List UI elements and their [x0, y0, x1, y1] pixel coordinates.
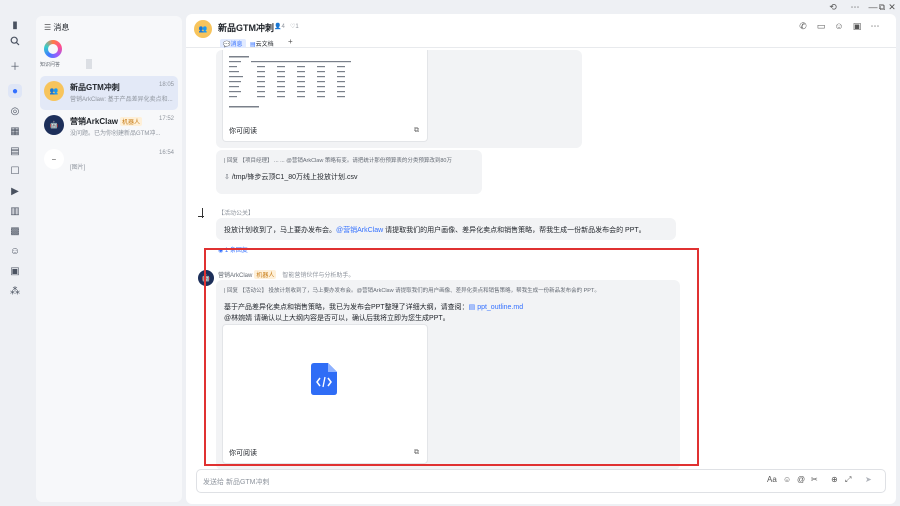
chat-title: 新品GTM冲刺 — [218, 23, 274, 33]
message-bubble: 你可阅读 ⧉ — [216, 50, 582, 148]
table-preview — [229, 56, 351, 108]
conv-preview: 没问题。已为你创建新品GTM冲... — [70, 131, 161, 137]
message-bubble: | 回复 【项目经理】 ... ... @营销ArkClaw 策略有变。请把统计… — [216, 150, 482, 194]
video-icon[interactable]: ▶ — [8, 184, 22, 198]
messages-icon[interactable]: ● — [8, 84, 22, 98]
add-tab-button[interactable]: + — [288, 37, 293, 46]
tab-docs[interactable]: ▤云文档 — [250, 39, 274, 48]
bot-badge: 机器人 — [120, 117, 143, 126]
tab-docs-label: 云文档 — [255, 42, 274, 48]
contacts-icon[interactable]: ☺ — [8, 244, 22, 258]
search-icon[interactable] — [8, 34, 22, 48]
message-text-suffix: 请提取我们的用户画像、差异化卖点和销售策略，帮我生成一份新品发布会的 PPT。 — [383, 227, 646, 234]
message-text: 投放计划收到了，马上要办发布会。@营销ArkClaw 请提取我们的用户画像、差异… — [224, 225, 646, 235]
message-bubble: 投放计划收到了，马上要办发布会。@营销ArkClaw 请提取我们的用户画像、差异… — [216, 218, 676, 240]
title-bar: ⟲ ⋯ — ⧉ ✕ — [0, 0, 900, 14]
conv-time: 18:05 — [158, 82, 174, 88]
phone-icon[interactable]: ✆ — [798, 21, 808, 31]
list-icon: ☰ — [44, 23, 54, 32]
plus-icon[interactable]: ⊕ — [831, 475, 838, 484]
scissors-icon[interactable]: ✂ — [811, 475, 818, 484]
sidebar-toggle-icon[interactable]: ▮ — [8, 18, 22, 32]
like-count[interactable]: ♡1 — [290, 23, 299, 30]
docs-icon[interactable]: ▤ — [8, 144, 22, 158]
member-count-text: 4 — [281, 24, 285, 30]
message-input[interactable]: 发送给 新品GTM冲刺 — [203, 477, 270, 487]
conversation-list: ☰ 消息 知识问答 👥 新品GTM冲刺 18:05 营销ArkClaw: 基于产… — [36, 16, 182, 502]
tab-messages-label: 消息 — [230, 42, 243, 48]
placeholder-block — [86, 59, 92, 69]
base-icon[interactable]: ▥ — [8, 204, 22, 218]
emoji-icon[interactable]: ☺ — [783, 475, 791, 484]
file-line[interactable]: ⇩ /tmp/锋步云顶C1_80万线上投放计划.csv — [224, 172, 357, 182]
history-icon[interactable]: ⟲ — [826, 1, 840, 13]
video-call-icon[interactable]: ▭ — [816, 21, 826, 31]
highlight-box — [204, 248, 699, 466]
tab-messages[interactable]: 💬消息 — [220, 39, 246, 48]
list-item[interactable]: 👥 新品GTM冲刺 18:05 营销ArkClaw: 基于产品差异化卖点和... — [40, 76, 178, 110]
approval-icon[interactable]: ▣ — [8, 264, 22, 278]
expand-icon[interactable]: ⤢ — [845, 475, 851, 485]
add-icon[interactable]: ＋ — [8, 58, 22, 73]
conv-preview: 营销ArkClaw: 基于产品差异化卖点和... — [70, 97, 173, 103]
table-card[interactable]: 你可阅读 ⧉ — [222, 50, 428, 142]
kb-logo-icon[interactable] — [44, 40, 62, 58]
org-icon[interactable]: ⁂ — [8, 284, 22, 298]
calendar-icon[interactable]: ▦ — [8, 124, 22, 138]
copy-icon[interactable]: ⧉ — [414, 127, 419, 135]
user-avatar — [198, 208, 208, 222]
conv-name: 新品GTM冲刺 — [70, 83, 120, 92]
conv-preview: [图片] — [70, 165, 86, 171]
mention-link[interactable]: @营销ArkClaw — [336, 227, 383, 234]
list-item[interactable]: 🤖 营销ArkClaw 机器人 17:52 没问题。已为你创建新品GTM冲... — [40, 110, 178, 144]
member-count[interactable]: 👤4 — [274, 23, 285, 30]
more-icon[interactable]: ⋯ — [848, 1, 862, 13]
like-count-text: 1 — [295, 24, 299, 30]
group-avatar: 👥 — [194, 20, 212, 38]
user-avatar: – — [44, 149, 64, 169]
apps-icon[interactable]: ▩ — [8, 224, 22, 238]
add-member-icon[interactable]: ☺ — [834, 21, 844, 31]
message-text-prefix: 投放计划收到了，马上要办发布会。 — [224, 227, 336, 234]
attachment-icon: ⇩ — [224, 174, 232, 181]
tasks-icon[interactable]: ☐ — [8, 164, 22, 178]
conv-name: 营销ArkClaw 机器人 — [70, 116, 143, 127]
send-icon[interactable]: ➤ — [865, 475, 872, 484]
mention-icon[interactable]: @ — [797, 475, 805, 484]
conv-name-text: 营销ArkClaw — [70, 117, 119, 126]
format-icon[interactable]: Aa — [767, 475, 777, 484]
message-input-bar[interactable]: 发送给 新品GTM冲刺 Aa ☺ @ ✂ ⊕ ⤢ ➤ — [196, 469, 886, 493]
bot-avatar: 🤖 — [44, 115, 64, 135]
nav-rail: ▮ ＋ ● ◎ ▦ ▤ ☐ ▶ ▥ ▩ ☺ ▣ ⁂ — [0, 14, 30, 506]
list-title-text: 消息 — [53, 23, 70, 32]
explore-icon[interactable]: ◎ — [8, 104, 22, 118]
conv-time: 17:52 — [158, 116, 174, 122]
list-title: ☰ 消息 — [44, 22, 69, 33]
conv-time: 16:54 — [158, 150, 174, 156]
chat-header: 👥 新品GTM冲刺 👤4 ♡1 💬消息 ▤云文档 + ✆ ▭ ☺ ▣ ⋯ — [186, 14, 896, 48]
kb-label: 知识问答 — [40, 62, 61, 68]
group-avatar: 👥 — [44, 81, 64, 101]
file-path: /tmp/锋步云顶C1_80万线上投放计划.csv — [231, 174, 358, 181]
chat-more-icon[interactable]: ⋯ — [870, 21, 880, 31]
sender-name: 【活动公关】 — [218, 211, 255, 217]
card-caption: 你可阅读 — [229, 128, 257, 135]
close-button[interactable]: ✕ — [885, 1, 899, 13]
pin-icon[interactable]: ▣ — [852, 21, 862, 31]
list-item[interactable]: – 16:54 [图片] — [40, 144, 178, 178]
reply-quote: | 回复 【项目经理】 ... ... @营销ArkClaw 策略有变。请把统计… — [224, 158, 452, 164]
